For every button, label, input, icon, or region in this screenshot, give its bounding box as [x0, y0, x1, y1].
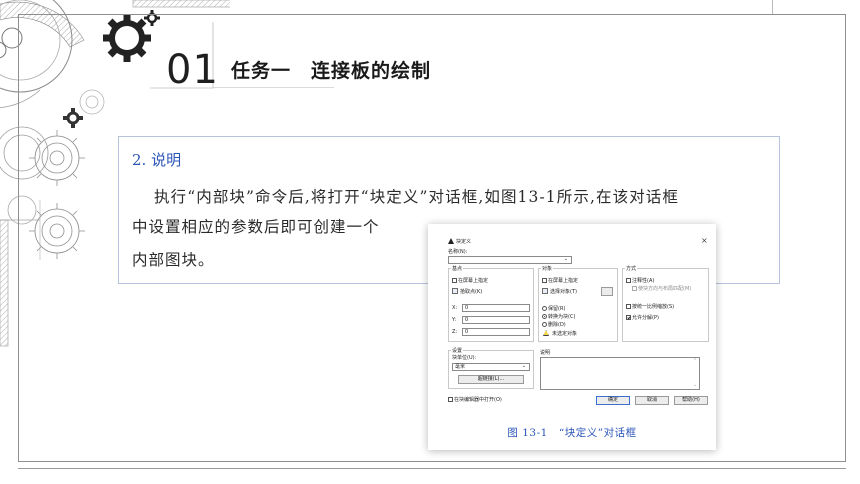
- x-label: X:: [452, 305, 458, 311]
- checkbox-label: 使块方向与布局匹配(M): [638, 286, 692, 292]
- hyperlink-button[interactable]: 超链接(L)...: [458, 375, 524, 384]
- base-specify-on-screen-checkbox[interactable]: 在屏幕上指定: [452, 278, 488, 285]
- match-orientation-checkbox[interactable]: 使块方向与布局匹配(M): [632, 286, 692, 293]
- open-in-editor-checkbox[interactable]: 在块编辑器中打开(O): [448, 397, 502, 404]
- section-heading: 2. 说明: [132, 151, 182, 169]
- radio-icon: [542, 306, 547, 311]
- no-selection-label: 未选定对象: [552, 331, 578, 337]
- block-unit-select[interactable]: 毫米 ⌄: [452, 363, 530, 371]
- figure-caption: 图 13-1 “块定义”对话框: [507, 427, 637, 439]
- checkbox-icon: [626, 304, 631, 309]
- settings-group-label: 设置: [451, 348, 464, 355]
- close-icon[interactable]: ×: [701, 236, 708, 245]
- ok-button[interactable]: 确定: [596, 396, 630, 405]
- chevron-down-icon: ⌄: [563, 256, 568, 262]
- block-definition-dialog: 块定义 × 名称(N): ⌄ 基点 在屏幕上指定 拾取点(K) X: 0 Y: …: [446, 233, 711, 408]
- scale-uniformly-checkbox[interactable]: 按统一比例缩放(S): [626, 304, 674, 311]
- section-number: 01: [166, 47, 219, 93]
- page-title: 任务一 连接板的绘制: [231, 60, 432, 82]
- checkbox-label: 注释性(A): [632, 278, 655, 284]
- chevron-down-icon: ⌄: [521, 363, 526, 369]
- z-label: Z:: [452, 329, 458, 335]
- checkbox-label: 在屏幕上指定: [458, 278, 489, 284]
- objects-specify-on-screen-checkbox[interactable]: 在屏幕上指定: [542, 278, 578, 285]
- app-logo-icon: [448, 238, 454, 244]
- dialog-title-bar: 块定义: [448, 238, 471, 246]
- quick-select-icon[interactable]: [601, 287, 613, 296]
- base-point-group-label: 基点: [451, 266, 464, 273]
- name-label: 名称(N):: [448, 249, 468, 255]
- checkbox-icon: [448, 397, 453, 402]
- retain-radio[interactable]: 保留(R): [542, 306, 565, 313]
- pick-point-button[interactable]: 拾取点(K): [452, 288, 482, 296]
- allow-exploding-checkbox[interactable]: 允许分解(P): [626, 315, 659, 322]
- convert-to-block-radio[interactable]: 转换为块(C): [542, 314, 575, 321]
- checkbox-icon: [542, 278, 547, 283]
- delete-radio[interactable]: 删除(D): [542, 322, 566, 329]
- description-label: 说明: [540, 350, 551, 356]
- body-text-line-2: 中设置相应的参数后即可创建一个: [132, 218, 380, 236]
- scroll-up-icon: ⌃: [692, 358, 697, 364]
- objects-group-label: 对象: [541, 266, 554, 273]
- select-objects-button[interactable]: 选择对象(T): [542, 288, 577, 296]
- y-input[interactable]: 0: [462, 316, 530, 324]
- title-underline: [214, 87, 334, 88]
- body-text-line-3: 内部图块。: [132, 251, 215, 269]
- z-input[interactable]: 0: [462, 328, 530, 336]
- help-button[interactable]: 帮助(H): [674, 396, 708, 405]
- warning-icon: [543, 330, 549, 336]
- checkbox-icon: [452, 278, 457, 283]
- dialog-title: 块定义: [456, 239, 472, 245]
- radio-label: 保留(R): [548, 306, 566, 312]
- radio-icon: [542, 322, 547, 327]
- cancel-button[interactable]: 取消: [635, 396, 669, 405]
- checkbox-label: 按统一比例缩放(S): [632, 304, 675, 310]
- checkbox-label: 在块编辑器中打开(O): [454, 397, 502, 403]
- x-input[interactable]: 0: [462, 304, 530, 312]
- body-text-line-1: 执行“内部块”命令后,将打开“块定义”对话框,如图13-1所示,在该对话框: [154, 188, 680, 206]
- radio-label: 转换为块(C): [548, 314, 576, 320]
- name-combobox[interactable]: ⌄: [448, 256, 572, 264]
- radio-selected-icon: [542, 314, 547, 319]
- scroll-down-icon: ⌄: [692, 382, 697, 388]
- slide-bottom-rule: [18, 468, 846, 469]
- checkbox-label: 在屏幕上指定: [548, 278, 579, 284]
- top-guide-line: [772, 0, 773, 14]
- checkbox-icon: [626, 278, 631, 283]
- checkbox-checked-icon: [626, 315, 631, 320]
- pick-point-icon: [452, 288, 458, 294]
- description-textarea[interactable]: ⌃ ⌄: [540, 357, 700, 390]
- radio-label: 删除(D): [548, 322, 566, 328]
- y-label: Y:: [452, 317, 457, 323]
- annotative-checkbox[interactable]: 注释性(A): [626, 278, 654, 285]
- no-selection-status: 未选定对象: [543, 330, 577, 338]
- block-unit-label: 块单位(U):: [452, 355, 477, 361]
- checkbox-icon: [632, 286, 637, 291]
- pick-point-label: 拾取点(K): [460, 289, 483, 295]
- behavior-group-label: 方式: [625, 266, 638, 273]
- block-unit-value: 毫米: [455, 364, 466, 370]
- checkbox-label: 允许分解(P): [632, 315, 659, 321]
- select-objects-label: 选择对象(T): [550, 289, 577, 295]
- select-objects-icon: [542, 288, 548, 294]
